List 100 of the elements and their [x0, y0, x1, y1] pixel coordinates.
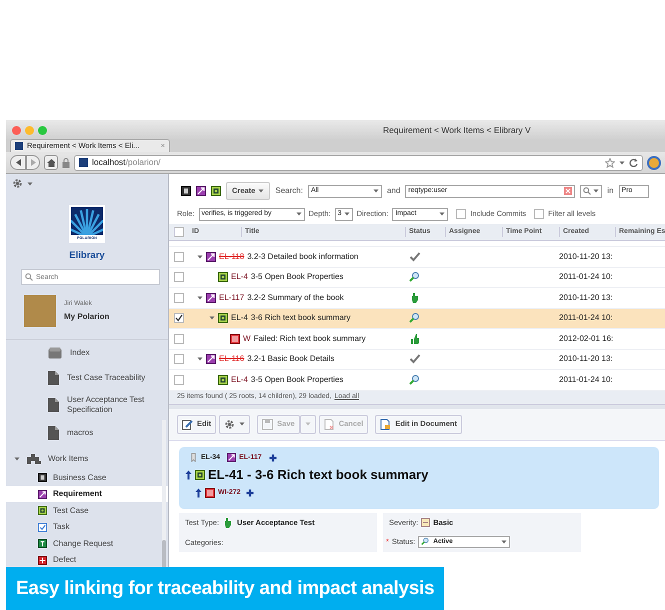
search-icon [583, 187, 592, 195]
row-checkbox[interactable] [174, 374, 184, 385]
item-id-link[interactable]: EL-116 [219, 353, 244, 366]
test-run-icon [205, 488, 215, 498]
star-icon[interactable] [605, 158, 615, 168]
briefcase-icon [38, 473, 47, 482]
sidebar-item[interactable]: Index [6, 340, 168, 366]
row-checkbox[interactable] [174, 292, 184, 303]
change-request-icon [38, 539, 47, 548]
item-id-link[interactable]: W [243, 332, 251, 345]
caret-icon [344, 211, 350, 217]
select-all-checkbox[interactable] [174, 227, 184, 237]
test-case-icon [38, 506, 47, 515]
item-title: 3-5 Open Book Properties [250, 271, 344, 284]
row-checkbox[interactable] [174, 334, 184, 344]
created-date: 2011-01-24 10: [559, 312, 614, 324]
item-title: 3.2-1 Basic Book Details [247, 353, 334, 366]
briefcase-icon[interactable] [181, 186, 191, 196]
sidebar-item[interactable]: Business Case [6, 469, 168, 486]
up-arrow-icon [195, 488, 202, 498]
forward-arrow-icon [30, 158, 36, 167]
expand-caret-icon[interactable] [209, 315, 215, 322]
item-title: Failed: Rich text book summary [254, 332, 366, 345]
back-button[interactable] [10, 155, 26, 170]
caret-icon [304, 421, 311, 427]
test-run-icon [230, 334, 240, 344]
filter-all-levels-checkbox[interactable] [534, 209, 544, 219]
requirement-icon [38, 490, 47, 498]
sidebar-item[interactable]: Requirement [6, 486, 168, 502]
settings-icon[interactable] [12, 178, 23, 189]
document-icon [380, 418, 392, 430]
item-id-link[interactable]: EL-117 [219, 292, 244, 304]
test-case-icon [218, 272, 228, 282]
document-icon [48, 370, 59, 385]
caret-icon [372, 188, 379, 194]
requirement-icon [206, 354, 216, 364]
table-row[interactable]: EL-116 3.2-1 Basic Book Details 2010-11-20 13: [169, 350, 665, 370]
sidebar-item[interactable]: Task [6, 518, 168, 536]
sidebar-item[interactable]: Defect [6, 552, 168, 568]
avatar-placeholder [24, 295, 56, 328]
sidebar-item[interactable]: User Acceptance Test Specification [6, 390, 168, 420]
severity-icon [421, 518, 430, 527]
table-row[interactable]: EL-118 3.2-3 Detailed book information 2010-11-20 13: [169, 247, 665, 268]
home-button[interactable] [44, 155, 58, 170]
in-label: in [607, 185, 614, 197]
row-checkbox[interactable] [174, 272, 184, 282]
created-date: 2011-01-24 10: [559, 374, 614, 386]
test-case-icon [218, 313, 228, 324]
created-date: 2010-11-20 13: [559, 250, 614, 263]
sidebar-item[interactable]: Change Request [6, 535, 168, 552]
back-arrow-icon [14, 158, 22, 167]
requirement-icon [206, 292, 216, 303]
add-icon[interactable] [246, 488, 254, 497]
item-id-link[interactable]: EL-118 [219, 250, 244, 263]
item-title: EL-41 - 3-6 Rich text book summary [208, 466, 428, 484]
add-icon[interactable] [268, 454, 277, 462]
item-id-link[interactable]: EL-4 [231, 374, 248, 386]
expand-caret-icon[interactable] [197, 254, 203, 260]
my-polarion-link[interactable]: My Polarion [64, 311, 110, 324]
requirement-icon [227, 453, 236, 462]
sidebar-item[interactable]: Test Case Traceability [6, 365, 168, 390]
search-button[interactable] [580, 184, 602, 198]
item-title: 3-5 Open Book Properties [250, 374, 344, 386]
sidebar-item[interactable]: macros [6, 420, 168, 446]
document-icon [48, 398, 59, 412]
table-row[interactable]: EL-4 3-5 Open Book Properties 2011-01-24 10: [169, 268, 665, 288]
row-checkbox[interactable] [174, 354, 184, 364]
table-row[interactable]: EL-4 3-6 Rich text book summary 2011-01-24 10: [169, 308, 665, 329]
home-icon [47, 158, 55, 166]
test-case-icon[interactable] [211, 186, 221, 196]
task-icon [38, 522, 47, 532]
row-checkbox[interactable] [174, 252, 184, 262]
project-name[interactable]: Elibrary [69, 249, 105, 264]
settings-menu-button[interactable] [219, 414, 250, 434]
item-id-link[interactable]: EL-4 [231, 271, 248, 284]
checkmark-icon [175, 314, 183, 322]
section-label: Work Items [48, 453, 88, 466]
expand-caret-icon[interactable] [197, 294, 203, 301]
sidebar-item[interactable]: Test Case [6, 502, 168, 519]
and-label: and [386, 185, 400, 197]
window-title: Requirement < Work Items < Elibrary V [383, 124, 531, 136]
magnifier-icon [421, 537, 430, 546]
caret-icon [239, 421, 246, 427]
table-row[interactable]: W Failed: Rich text book summary 2012-02-01 16: [169, 329, 665, 350]
requirement-icon[interactable] [196, 186, 206, 196]
caret-icon [439, 211, 446, 217]
url-text: localhost/polarion/ [92, 156, 161, 169]
expand-caret-icon[interactable] [197, 356, 203, 362]
created-date: 2010-11-20 13: [559, 353, 614, 366]
folder-icon [48, 346, 62, 359]
clear-icon[interactable] [564, 187, 572, 195]
test-case-icon [195, 470, 205, 480]
globe-icon[interactable] [647, 156, 661, 170]
include-commits-checkbox[interactable] [456, 209, 466, 219]
reload-icon[interactable] [629, 158, 638, 167]
test-case-icon [218, 374, 228, 385]
expand-caret-icon[interactable] [14, 456, 20, 462]
row-checkbox[interactable] [174, 313, 184, 324]
item-id-link[interactable]: EL-4 [231, 312, 248, 324]
item-title: 3.2-3 Detailed book information [247, 250, 358, 263]
